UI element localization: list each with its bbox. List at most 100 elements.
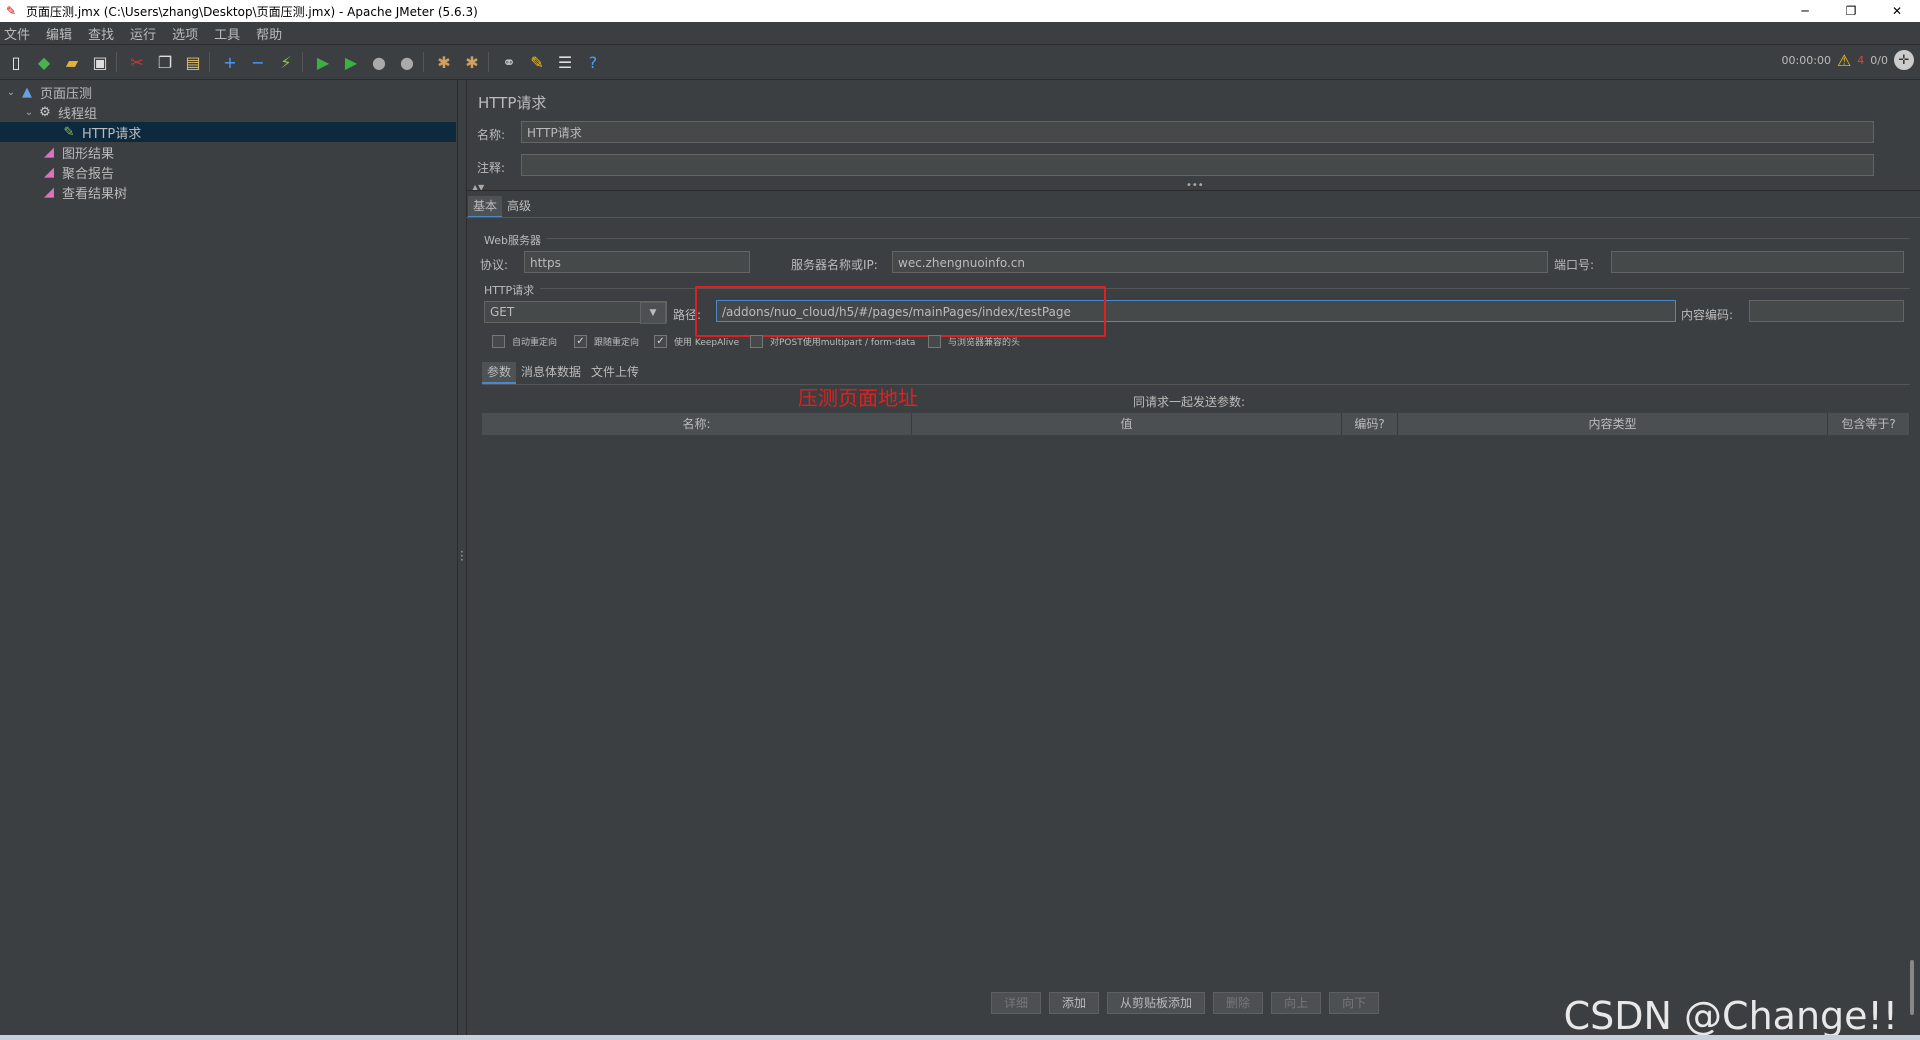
- toolbar-separator: [488, 52, 489, 72]
- chevron-down-icon[interactable]: ▼: [640, 302, 666, 324]
- reset-search-icon[interactable]: ✎: [525, 50, 549, 74]
- menu-help[interactable]: 帮助: [256, 24, 282, 43]
- toolbar-separator: [209, 52, 210, 72]
- column-header-content-type[interactable]: 内容类型: [1398, 413, 1828, 435]
- menu-options[interactable]: 选项: [172, 24, 198, 43]
- method-select[interactable]: GET ▼: [484, 301, 667, 324]
- copy-icon[interactable]: ❐: [153, 50, 177, 74]
- search-icon[interactable]: ⚭: [497, 50, 521, 74]
- checkmark-icon: ✓: [654, 335, 667, 348]
- auto-redirect-checkbox[interactable]: 自动重定向: [492, 335, 557, 348]
- restore-icon[interactable]: ❐: [1828, 0, 1874, 22]
- checkbox-box: [492, 335, 505, 348]
- checkbox-box: [928, 335, 941, 348]
- remote-globe-icon[interactable]: ✛: [1894, 50, 1914, 70]
- protocol-label: 协议:: [480, 258, 509, 272]
- collapse-icon[interactable]: −: [246, 50, 270, 74]
- browser-headers-checkbox[interactable]: 与浏览器兼容的头: [928, 335, 1020, 348]
- menu-tools[interactable]: 工具: [214, 24, 240, 43]
- clear-all-icon[interactable]: ✱: [460, 50, 484, 74]
- menu-edit[interactable]: 编辑: [46, 24, 72, 43]
- tree-item-aggregate-report[interactable]: ◢ 聚合报告: [40, 162, 114, 182]
- toggle-icon[interactable]: ⚡: [274, 50, 298, 74]
- follow-redirects-checkbox[interactable]: ✓ 跟随重定向: [574, 335, 639, 348]
- close-icon[interactable]: ✕: [1874, 0, 1920, 22]
- menu-bar: 文件 编辑 查找 运行 选项 工具 帮助: [0, 22, 1920, 45]
- chevron-down-icon[interactable]: ⌄: [4, 87, 18, 98]
- help-icon[interactable]: ?: [581, 50, 605, 74]
- move-down-button[interactable]: 向下: [1329, 992, 1380, 1014]
- tree-item-view-results-tree[interactable]: ◢ 查看结果树: [40, 182, 127, 202]
- tree-item-label: 聚合报告: [62, 166, 115, 182]
- column-header-name[interactable]: 名称:: [482, 413, 912, 435]
- taskbar-strip: [0, 1035, 1920, 1040]
- start-icon[interactable]: ▶: [311, 50, 335, 74]
- watermark: CSDN @Change!!: [1563, 994, 1898, 1038]
- highlight-box: [695, 286, 1106, 337]
- encoding-field[interactable]: [1749, 300, 1904, 322]
- move-up-button[interactable]: 向上: [1271, 992, 1322, 1014]
- elapsed-time: 00:00:00: [1781, 53, 1831, 67]
- tree-item-http-request[interactable]: ✎ HTTP请求: [0, 122, 456, 142]
- name-field[interactable]: HTTP请求: [521, 121, 1874, 143]
- params-caption: 同请求一起发送参数:: [1133, 395, 1246, 409]
- delete-button[interactable]: 删除: [1213, 992, 1264, 1014]
- warning-icon[interactable]: ⚠: [1837, 51, 1851, 70]
- menu-run[interactable]: 运行: [130, 24, 156, 43]
- expand-icon[interactable]: +: [218, 50, 242, 74]
- protocol-field[interactable]: https: [524, 251, 750, 273]
- checkbox-label: 自动重定向: [512, 338, 558, 348]
- tab-divider: [466, 217, 1920, 218]
- checkbox-label: 跟随重定向: [594, 338, 640, 348]
- add-button[interactable]: 添加: [1049, 992, 1100, 1014]
- name-label: 名称:: [477, 128, 506, 142]
- tab-body-data[interactable]: 消息体数据: [516, 362, 586, 382]
- tab-basic[interactable]: 基本: [468, 196, 503, 218]
- open-icon[interactable]: ▰: [60, 50, 84, 74]
- port-field[interactable]: [1611, 251, 1904, 273]
- tree-item-test-plan[interactable]: ⌄ ▲ 页面压测: [4, 82, 92, 102]
- column-header-include-equals[interactable]: 包含等于?: [1828, 413, 1910, 435]
- cut-icon[interactable]: ✂: [125, 50, 149, 74]
- checkbox-label: 使用 KeepAlive: [674, 338, 740, 348]
- add-from-clipboard-button[interactable]: 从剪贴板添加: [1107, 992, 1206, 1014]
- server-field[interactable]: wec.zhengnuoinfo.cn: [892, 251, 1548, 273]
- stop-icon[interactable]: ●: [367, 50, 391, 74]
- main-tabs: 基本 高级: [468, 196, 536, 218]
- menu-search[interactable]: 查找: [88, 24, 114, 43]
- tab-advanced[interactable]: 高级: [502, 196, 536, 216]
- detail-button[interactable]: 详细: [991, 992, 1042, 1014]
- gear-icon: ⚙: [39, 104, 51, 120]
- tab-divider: [482, 384, 1910, 385]
- keepalive-checkbox[interactable]: ✓ 使用 KeepAlive: [654, 335, 739, 348]
- scrollbar[interactable]: [1910, 960, 1914, 1015]
- tree-item-thread-group[interactable]: ⌄ ⚙ 线程组: [22, 102, 97, 122]
- start-no-pause-icon[interactable]: ▶: [339, 50, 363, 74]
- column-header-encode[interactable]: 编码?: [1342, 413, 1398, 435]
- port-label: 端口号:: [1554, 258, 1595, 272]
- server-label: 服务器名称或IP:: [791, 258, 878, 272]
- checkbox-label: 与浏览器兼容的头: [948, 338, 1021, 348]
- http-request-panel: HTTP请求 名称: HTTP请求 注释: ▲▼ ••• 基本 高级 Web服务…: [466, 80, 1920, 1035]
- tree-item-graph-results[interactable]: ◢ 图形结果: [40, 142, 114, 162]
- menu-file[interactable]: 文件: [4, 24, 30, 43]
- group-line: [546, 238, 1910, 239]
- function-helper-icon[interactable]: ☰: [553, 50, 577, 74]
- method-value: GET: [490, 305, 515, 319]
- minimize-icon[interactable]: ─: [1782, 0, 1828, 22]
- shutdown-icon[interactable]: ●: [395, 50, 419, 74]
- tree-item-label: 页面压测: [40, 86, 93, 102]
- column-header-value[interactable]: 值: [912, 413, 1342, 435]
- clear-icon[interactable]: ✱: [432, 50, 456, 74]
- paste-icon[interactable]: ▤: [181, 50, 205, 74]
- tab-file-upload[interactable]: 文件上传: [586, 362, 644, 382]
- comment-field[interactable]: [521, 154, 1874, 176]
- chevron-down-icon[interactable]: ⌄: [22, 107, 36, 118]
- new-icon[interactable]: ▯: [4, 50, 28, 74]
- window-controls: ─ ❐ ✕: [1782, 0, 1920, 22]
- tab-parameters[interactable]: 参数: [482, 362, 517, 384]
- templates-icon[interactable]: ◆: [32, 50, 56, 74]
- warning-count: 4: [1857, 53, 1865, 67]
- multipart-checkbox[interactable]: 对POST使用multipart / form-data: [750, 335, 915, 348]
- save-icon[interactable]: ▣: [88, 50, 112, 74]
